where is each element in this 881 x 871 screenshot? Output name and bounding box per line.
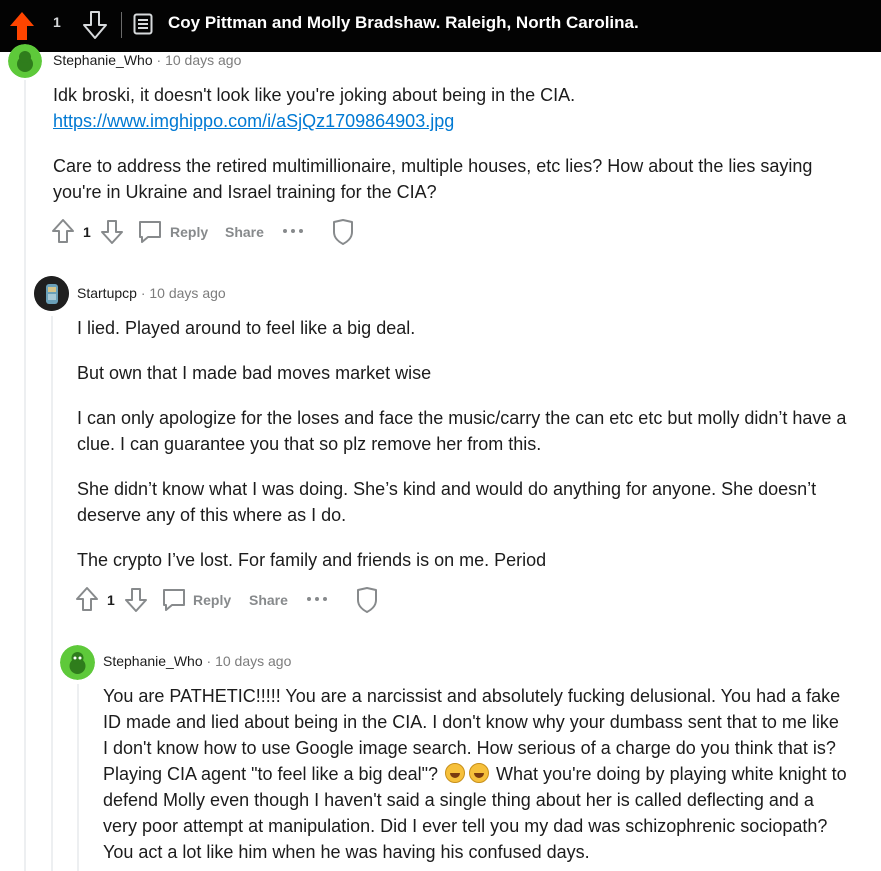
upvote-icon[interactable]	[8, 10, 36, 42]
user-photo-icon	[34, 276, 69, 311]
comment-author[interactable]: Stephanie_Who	[53, 52, 153, 68]
comment-paragraph: She didn’t know what I was doing. She’s …	[77, 479, 817, 525]
thread-line-2[interactable]	[51, 316, 53, 871]
reply-button[interactable]: Reply	[193, 592, 231, 608]
avatar[interactable]	[60, 645, 95, 680]
post-text-icon	[133, 13, 153, 35]
header-divider	[121, 12, 122, 38]
comment-vote-count: 1	[83, 224, 91, 240]
comment-paragraph: But own that I made bad moves market wis…	[77, 363, 432, 383]
post-vote-count: 1	[53, 14, 61, 30]
comment-paragraph: I lied. Played around to feel like a big…	[77, 318, 416, 338]
share-button[interactable]: Share	[225, 224, 264, 240]
comment-body: Idk broski, it doesn't look like you're …	[53, 82, 853, 205]
downvote-icon[interactable]	[124, 587, 148, 613]
rofl-emoji-icon	[445, 763, 466, 783]
meta-separator: ·	[140, 285, 146, 301]
snoo-avatar-icon	[60, 645, 95, 680]
reply-icon[interactable]	[137, 219, 163, 245]
comment-timestamp[interactable]: 10 days ago	[165, 52, 241, 68]
upvote-icon[interactable]	[51, 218, 75, 244]
downvote-icon[interactable]	[82, 10, 108, 40]
comment-text: Idk broski, it doesn't look like you're …	[53, 85, 576, 105]
meta-separator: ·	[156, 52, 162, 68]
avatar[interactable]	[34, 276, 69, 311]
comment-vote-count: 1	[107, 592, 115, 608]
post-title[interactable]: Coy Pittman and Molly Bradshaw. Raleigh,…	[168, 13, 639, 33]
comment-meta: Stephanie_Who · 10 days ago	[103, 653, 291, 669]
comment-text: Care to address the retired multimillion…	[53, 156, 813, 202]
comment-meta: Startupcp · 10 days ago	[77, 285, 226, 301]
share-button[interactable]: Share	[249, 592, 288, 608]
comment-paragraph: The crypto I’ve lost. For family and fri…	[77, 550, 547, 570]
more-options-icon[interactable]	[282, 226, 304, 236]
comment-meta: Stephanie_Who · 10 days ago	[53, 52, 241, 68]
shield-icon[interactable]	[355, 586, 379, 614]
comment-timestamp[interactable]: 10 days ago	[149, 285, 225, 301]
reply-button[interactable]: Reply	[170, 224, 208, 240]
rofl-emoji-icon	[469, 763, 490, 783]
shield-icon[interactable]	[331, 218, 355, 246]
comment-paragraph: I can only apologize for the loses and f…	[77, 408, 847, 454]
thread-line-1[interactable]	[24, 80, 26, 871]
comment-body: You are PATHETIC!!!!! You are a narcissi…	[103, 683, 848, 865]
reply-icon[interactable]	[161, 587, 187, 613]
meta-separator: ·	[206, 653, 212, 669]
comment-author[interactable]: Stephanie_Who	[103, 653, 203, 669]
avatar[interactable]	[8, 44, 42, 78]
thread-line-3[interactable]	[77, 684, 79, 871]
comment-timestamp[interactable]: 10 days ago	[215, 653, 291, 669]
comment-link[interactable]: https://www.imghippo.com/i/aSjQz17098649…	[53, 111, 454, 131]
upvote-icon[interactable]	[75, 586, 99, 612]
comment-body: I lied. Played around to feel like a big…	[77, 315, 847, 573]
comment-author[interactable]: Startupcp	[77, 285, 137, 301]
snoo-avatar-icon	[8, 44, 42, 78]
downvote-icon[interactable]	[100, 219, 124, 245]
more-options-icon[interactable]	[306, 594, 328, 604]
post-header-bar: 1 Coy Pittman and Molly Bradshaw. Raleig…	[0, 0, 881, 52]
